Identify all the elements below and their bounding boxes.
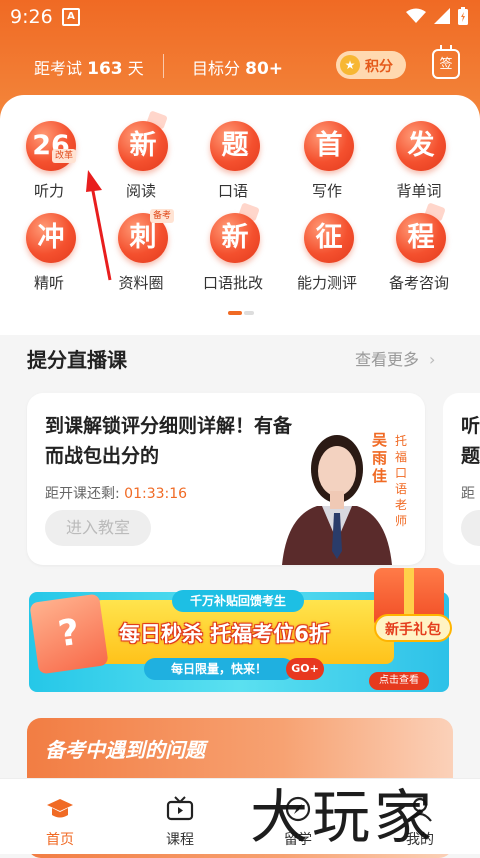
grid-item-label: 口语 [188,180,278,201]
speaking-review-icon: 新 [210,213,260,263]
exam-countdown-value: 163 [87,59,123,79]
live-section-title: 提分直播课 [27,344,127,373]
reform-badge: 改革 [52,149,76,163]
page-dot [244,311,254,315]
grid-item-label: 听力 [4,180,94,201]
banner-go-button[interactable]: GO+ [286,658,324,680]
star-coin-icon: ★ [340,55,360,75]
enter-classroom-button[interactable] [461,510,480,546]
points-label: 积分 [365,56,393,76]
live-countdown: 距开课还剩: 01:33:16 [45,483,187,503]
grid-item-label: 背单词 [374,180,464,201]
exam-countdown-prefix: 距考试 [34,59,82,78]
tv-icon [166,795,194,823]
tab-home[interactable]: 首页 [20,779,100,854]
annotation-arrow-icon [84,168,124,283]
mystery-box-icon: ? [29,593,108,674]
teacher-name: 吴雨佳 [372,431,392,485]
checkin-calendar-icon[interactable]: 签 [432,49,460,79]
live-course-title: 到课解锁评分细则详解！有备而战包出分的 [45,411,310,471]
grid-item-vocabulary[interactable]: 发 背单词 [374,113,464,203]
grid-item-speaking[interactable]: 题 口语 [188,113,278,203]
status-time: 9:26 [10,6,53,28]
target-score-value: 80+ [245,59,283,79]
grid-item-label: 备考咨询 [374,272,464,293]
grid-item-intensive-listening[interactable]: 冲 精听 [4,205,94,295]
live-course-title: 听题 [461,411,480,471]
assessment-icon: 征 [304,213,354,263]
problems-title: 备考中遇到的问题 [45,734,205,763]
teacher-role: 托福口语老师 [395,433,409,529]
grid-item-writing[interactable]: 首 写作 [282,113,372,203]
consult-icon: 程 [396,213,446,263]
chevron-right-icon: › [429,350,435,369]
grid-item-label: 精听 [4,272,94,293]
banner-top-text: 千万补贴回馈考生 [172,590,304,612]
status-icons [406,7,468,25]
countdown-label: 距 [461,483,475,503]
reading-icon: 新 [118,121,168,171]
live-course-card[interactable]: 到课解锁评分细则详解！有备而战包出分的 距开课还剩: 01:33:16 进入教室… [27,393,425,565]
banner-subtext: 每日限量，快来！ [144,658,294,680]
feature-card: 26 改革 听力 新 阅读 题 口语 首 写作 发 背单词 冲 精听 刺 备考 … [0,95,480,335]
target-score[interactable]: 目标分 80+ [192,55,283,79]
notification-icon: A [62,8,80,26]
wifi-icon [406,8,426,24]
intensive-listening-icon: 冲 [26,213,76,263]
grid-item-speaking-review[interactable]: 新 口语批改 [188,205,278,295]
status-bar: 9:26 A [0,0,480,34]
graduation-cap-icon [46,795,74,823]
newbie-gift-label[interactable]: 新手礼包 [374,614,452,642]
exam-countdown[interactable]: 距考试 163 天 [34,55,144,79]
countdown-value: 01:33:16 [124,486,187,502]
battery-icon [458,7,468,25]
view-details-button[interactable]: 点击查看 [369,672,429,690]
grid-item-label: 能力测评 [282,272,372,293]
exam-countdown-suffix: 天 [128,59,144,78]
countdown-label: 距开课还剩: [45,486,120,502]
watermark: 大玩家 [250,770,436,854]
writing-icon: 首 [304,121,354,171]
target-score-prefix: 目标分 [192,59,240,78]
tab-label: 首页 [20,829,100,849]
tab-courses[interactable]: 课程 [140,779,220,854]
tab-label: 课程 [140,829,220,849]
divider [163,54,164,78]
exam-info-row: 距考试 163 天 目标分 80+ ★ 积分 签 [0,48,480,84]
grid-item-label: 口语批改 [188,272,278,293]
see-more-label: 查看更多 [355,350,419,369]
grid-item-assessment[interactable]: 征 能力测评 [282,205,372,295]
live-course-card-next[interactable]: 听题 距 [443,393,480,565]
page-indicator [228,311,254,315]
signal-icon [434,8,450,24]
points-button[interactable]: ★ 积分 [336,51,406,79]
see-more-link[interactable]: 查看更多 › [355,346,435,370]
grid-item-label: 写作 [282,180,372,201]
grid-item-listening[interactable]: 26 改革 听力 [4,113,94,203]
speaking-icon: 题 [210,121,260,171]
prep-badge: 备考 [150,209,174,223]
enter-classroom-button[interactable]: 进入教室 [45,510,151,546]
vocabulary-icon: 发 [396,121,446,171]
page-dot-active [228,311,242,315]
promo-banner[interactable]: ? 千万补贴回馈考生 每日秒杀 托福考位6折 每日限量，快来！ GO+ 新手礼包… [24,568,454,698]
grid-item-consult[interactable]: 程 备考咨询 [374,205,464,295]
listening-icon: 26 [26,121,76,171]
banner-headline: 每日秒杀 托福考位6折 [119,618,330,648]
